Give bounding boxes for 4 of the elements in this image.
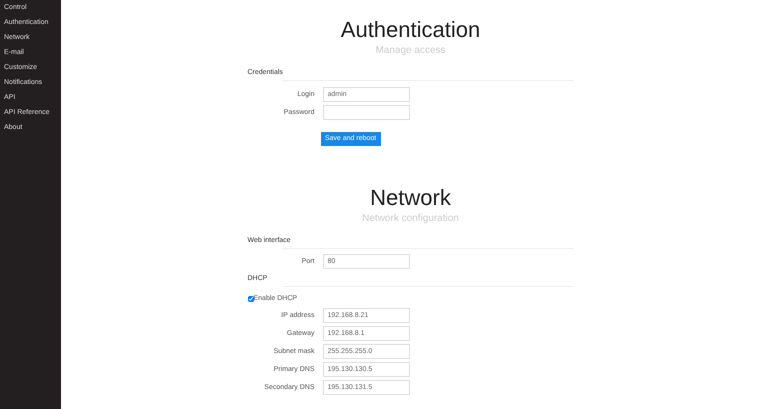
input-field[interactable] — [322, 104, 410, 120]
section-title: Network — [369, 184, 452, 210]
section-title: Authentication — [340, 17, 482, 43]
checkbox[interactable] — [248, 296, 254, 302]
